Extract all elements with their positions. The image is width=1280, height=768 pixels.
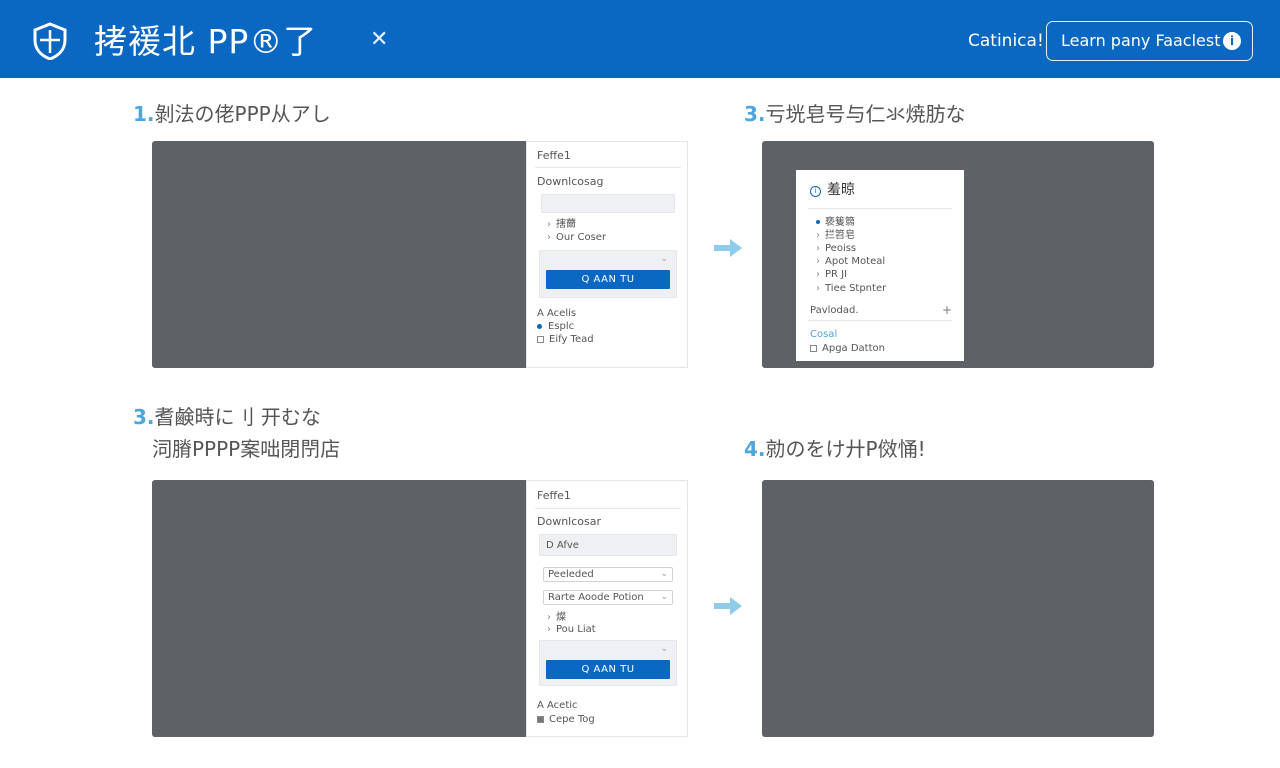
learn-button-label: Learn pany Faaclest <box>1061 31 1221 50</box>
panel-subheading: Downlcosag <box>537 175 604 188</box>
step-2-dialog: i 羞晾 亵篗篛 › 拦笤皂 › Peoiss › Apot Moteal › PR JI… <box>796 170 964 361</box>
panel-section-label: A Acetic <box>537 700 578 711</box>
step-2-number: 3. <box>744 102 766 126</box>
step-1-title-text: 剝法の佬PPP从アし <box>154 102 331 126</box>
radio-option[interactable]: Esplc <box>537 320 574 334</box>
panel-link[interactable]: Cosal <box>810 328 837 342</box>
checkbox-option[interactable]: Eify Tead <box>537 333 594 347</box>
step-3-side-panel: Feffe1 Downlcosar D Afve Peeleded ⌄ Rarte… <box>526 480 688 737</box>
step-2-title: 3.亏垙皂号与仁氺焼肪な <box>744 101 966 127</box>
panel-subheading: Downlcosar <box>537 515 601 528</box>
shield-icon <box>33 22 67 60</box>
row-label: Pavlodad. <box>810 305 859 316</box>
step-4-title-text: 勍のをけ廾P傚悀! <box>765 437 926 461</box>
step-3-number: 3. <box>133 405 155 429</box>
arrow-right-icon <box>714 597 742 615</box>
step-2-title-text: 亏垙皂号与仁氺焼肪な <box>765 102 966 126</box>
close-icon[interactable]: ✕ <box>370 27 388 53</box>
list-item[interactable]: › Peoiss <box>816 242 856 256</box>
step-1-side-panel: Feffe1 Downlcosag › 搳薾 › Our Coser ⌄ Q AAN… <box>526 141 688 368</box>
info-icon: i <box>810 186 821 197</box>
panel-input[interactable] <box>541 194 675 213</box>
list-item[interactable]: › 拦笤皂 <box>816 229 855 243</box>
checkbox-option[interactable]: Apga Datton <box>810 342 885 356</box>
panel-section-label: A Acelis <box>537 308 577 319</box>
arrow-right-icon <box>714 239 742 257</box>
radio-dot-icon <box>537 323 542 329</box>
list-item[interactable]: › Apot Moteal <box>816 255 885 269</box>
step-4-number: 4. <box>744 437 766 461</box>
select-2[interactable]: Rarte Aoode Potion ⌄ <box>543 590 673 605</box>
chevron-down-icon[interactable]: ⌄ <box>660 252 668 266</box>
step-4-title: 4.勍のをけ廾P傚悀! <box>744 436 926 462</box>
search-input[interactable]: D Afve <box>539 534 677 556</box>
step-3-title-line1: 耆鹸時に刂 开むな <box>154 405 321 429</box>
tree-item[interactable]: › Pou Liat <box>547 623 596 637</box>
header-link[interactable]: Catinica! <box>968 30 1044 52</box>
step-3-title-line2: 泀膌PPPP案咄閉閅店 <box>152 437 341 461</box>
step-1-screenshot: Feffe1 Downlcosag › 搳薾 › Our Coser ⌄ Q AAN… <box>152 141 688 368</box>
chevron-down-icon[interactable]: ⌄ <box>660 642 668 656</box>
app-title: 拷褑北 PP®了 <box>94 22 318 61</box>
learn-button[interactable]: Learn pany Faaclest i <box>1046 21 1253 61</box>
checkbox-option[interactable]: Cepe Tog <box>537 713 595 727</box>
step-4-screenshot <box>762 480 1154 737</box>
step-2-screenshot: i 羞晾 亵篗篛 › 拦笤皂 › Peoiss › Apot Moteal › PR JI… <box>762 141 1154 368</box>
checkbox-icon <box>537 335 544 343</box>
list-item[interactable]: 亵篗篛 <box>816 216 855 230</box>
dialog-heading: i 羞晾 <box>810 181 855 199</box>
select-1[interactable]: Peeleded ⌄ <box>543 567 673 582</box>
header-bar: 拷褑北 PP®了 ✕ Catinica! Learn pany Faaclest… <box>0 0 1280 78</box>
scan-button[interactable]: Q AAN TU <box>546 270 670 289</box>
step-1-title: 1.剝法の佬PPP从アし <box>133 101 331 127</box>
scan-button[interactable]: Q AAN TU <box>546 660 670 679</box>
list-item[interactable]: › Tiee Stpnter <box>816 282 886 296</box>
step-3-title: 3.耆鹸時に刂 开むな <box>133 404 321 430</box>
step-3-screenshot: Feffe1 Downlcosar D Afve Peeleded ⌄ Rarte… <box>152 480 688 737</box>
panel-heading: Feffe1 <box>537 489 571 502</box>
list-item[interactable]: › PR JI <box>816 268 847 282</box>
tree-item[interactable]: › 搳薾 <box>547 218 576 232</box>
add-icon[interactable]: + <box>942 303 952 317</box>
checkbox-icon <box>537 715 544 723</box>
info-icon: i <box>1223 32 1241 50</box>
chevron-down-icon: ⌄ <box>660 569 668 579</box>
tree-item[interactable]: › Our Coser <box>547 231 606 245</box>
chevron-down-icon: ⌄ <box>660 592 668 602</box>
step-1-number: 1. <box>133 102 155 126</box>
checkbox-icon <box>810 344 817 352</box>
panel-heading: Feffe1 <box>537 149 571 162</box>
